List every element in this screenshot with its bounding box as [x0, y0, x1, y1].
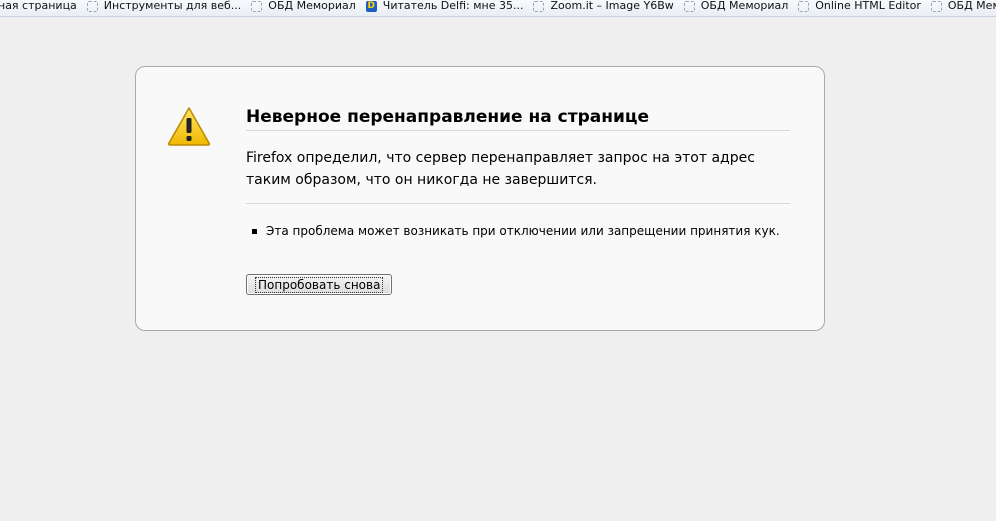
bookmark-item[interactable]: ОБД Мемориал [247, 0, 361, 12]
blank-page-icon [86, 0, 98, 12]
bullet-icon [252, 228, 257, 234]
bookmark-item[interactable]: D Читатель Delfi: мне 35... [362, 0, 530, 12]
blank-page-icon [798, 0, 810, 12]
retry-button[interactable]: Попробовать снова [246, 274, 393, 295]
bookmark-label: Читатель Delfi: мне 35... [382, 0, 524, 12]
bullet-text: Эта проблема может возникать при отключе… [266, 224, 780, 238]
bookmark-item[interactable]: ная страница [0, 0, 83, 12]
bookmark-label: Zoom.it – Image Y6Bw [550, 0, 674, 12]
bookmark-label: Инструменты для веб... [103, 0, 242, 12]
blank-page-icon [683, 0, 695, 12]
divider [246, 203, 790, 204]
warning-icon [167, 107, 211, 146]
bookmark-label: Online HTML Editor [815, 0, 921, 12]
bookmark-label: ная страница [0, 0, 77, 12]
bullet-item: Эта проблема может возникать при отключе… [252, 223, 780, 239]
blank-page-icon [251, 0, 263, 12]
blank-page-icon [930, 0, 942, 12]
bookmark-label: ОБД Мемориал [700, 0, 789, 12]
bookmark-item[interactable]: Zoom.it – Image Y6Bw [529, 0, 679, 12]
bookmark-item[interactable]: ОБД Мемориа [927, 0, 996, 12]
bookmark-item[interactable]: Online HTML Editor [794, 0, 927, 12]
retry-button-label: Попробовать снова [255, 276, 384, 293]
blank-page-icon [533, 0, 545, 12]
bookmark-label: ОБД Мемориал [268, 0, 356, 12]
error-description: Firefox определил, что сервер перенаправ… [246, 150, 755, 188]
bookmark-item[interactable]: ОБД Мемориал [680, 0, 794, 12]
bookmark-item[interactable]: Инструменты для веб... [83, 0, 248, 12]
delfi-icon: D [365, 0, 377, 12]
bookmark-label: ОБД Мемориа [947, 0, 996, 12]
bookmarks-toolbar: ная страница Инструменты для веб... ОБД … [0, 0, 996, 17]
error-title: Неверное перенаправление на странице [246, 106, 790, 131]
